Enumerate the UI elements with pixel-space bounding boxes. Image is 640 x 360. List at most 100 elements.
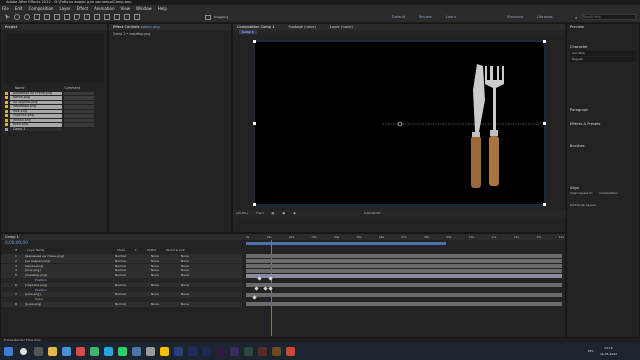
after-effects-icon[interactable] — [188, 347, 197, 356]
layer-trkmat[interactable]: None — [151, 302, 159, 307]
col-parent[interactable]: Parent & Link — [166, 248, 185, 253]
comp-sub-tab[interactable]: Comp 1 — [239, 30, 257, 34]
layer-row[interactable]: 8 [рука.png] Normal None None — [1, 302, 242, 307]
workspace-libraries[interactable]: Libraries — [537, 15, 553, 19]
camera-snapshot-icon[interactable]: ◉ — [293, 211, 296, 215]
whatsapp-icon[interactable] — [118, 347, 127, 356]
brush-tool-icon[interactable] — [94, 14, 100, 20]
align-to-dropdown[interactable]: Composition — [599, 191, 618, 195]
selection-tool-icon[interactable] — [5, 14, 10, 20]
opera-icon[interactable] — [76, 347, 85, 356]
puppet-tool-icon[interactable] — [134, 14, 140, 20]
roto-brush-icon[interactable] — [124, 14, 130, 20]
menu-edit[interactable]: Edit — [15, 6, 23, 11]
col-trkmat[interactable]: TrkMat — [147, 248, 156, 253]
workspace-learn[interactable]: Learn — [446, 15, 456, 19]
menu-view[interactable]: View — [121, 6, 131, 11]
layer-name[interactable]: [рука.png] — [25, 302, 41, 307]
timeline-timecode[interactable]: 0;00;00;00 — [5, 240, 28, 245]
align-buttons[interactable] — [567, 195, 639, 203]
chrome-icon[interactable] — [160, 347, 169, 356]
label-color-icon — [5, 91, 8, 95]
project-item-name: тарелка.png — [10, 113, 62, 118]
layer-duration-bar[interactable] — [246, 302, 562, 307]
keyframe-icon[interactable] — [254, 286, 259, 291]
app-icon[interactable] — [286, 347, 295, 356]
menu-window[interactable]: Window — [136, 6, 152, 11]
chat-icon[interactable] — [90, 347, 99, 356]
character-panel-title[interactable]: Character — [567, 44, 639, 50]
menu-animation[interactable]: Animation — [94, 6, 114, 11]
app-icon[interactable] — [272, 347, 281, 356]
telegram-icon[interactable] — [104, 347, 113, 356]
layer-duration-bar[interactable] — [246, 292, 562, 297]
col-layer-name[interactable]: Layer Name — [27, 248, 107, 253]
eraser-tool-icon[interactable] — [114, 14, 120, 20]
workspace-standard[interactable]: Standard — [507, 15, 523, 19]
layer-duration-bar[interactable] — [246, 273, 562, 278]
menu-composition[interactable]: Composition — [28, 6, 53, 11]
app-icon[interactable] — [258, 347, 267, 356]
clock-time[interactable]: 14:18 — [604, 346, 613, 350]
menu-layer[interactable]: Layer — [59, 6, 70, 11]
keyboard-lang[interactable]: РУС — [588, 349, 594, 353]
effect-controls-tab[interactable]: Effect Controls вилка.png — [113, 24, 160, 30]
app-icon[interactable] — [146, 347, 155, 356]
pan-behind-tool-icon[interactable] — [54, 14, 60, 20]
tab-layer[interactable]: Layer (none) — [330, 24, 353, 30]
project-item-comp[interactable]: Comp 1 — [1, 127, 107, 132]
camera-tool-icon[interactable] — [44, 14, 50, 20]
premiere-icon[interactable] — [174, 347, 183, 356]
task-view-icon[interactable] — [34, 347, 43, 356]
layer-duration-bar[interactable] — [246, 283, 562, 288]
comp-timecode[interactable]: 0;00;00;00 — [364, 211, 380, 215]
menu-effect[interactable]: Effect — [77, 6, 89, 11]
search-icon[interactable]: ⌕ — [575, 15, 577, 20]
clock-date[interactable]: 16.05.2022 — [600, 352, 617, 356]
workspace-review[interactable]: Review — [419, 15, 432, 19]
layer-duration-bar[interactable] — [246, 254, 562, 259]
tab-footage[interactable]: Footage (none) — [289, 24, 316, 30]
font-style-dropdown[interactable]: Regular — [570, 57, 636, 62]
store-icon[interactable] — [62, 347, 71, 356]
hand-tool-icon[interactable] — [14, 14, 20, 20]
stamp-tool-icon[interactable] — [104, 14, 110, 20]
layer-duration-bar[interactable] — [246, 268, 562, 273]
rotate-tool-icon[interactable] — [34, 14, 40, 20]
keyframe-icon[interactable] — [252, 295, 257, 300]
pen-tool-icon[interactable] — [74, 14, 80, 20]
keyframe-icon[interactable] — [263, 286, 268, 291]
zoom-tool-icon[interactable] — [24, 14, 30, 20]
app-icon[interactable] — [230, 347, 239, 356]
type-tool-icon[interactable] — [84, 14, 90, 20]
workspace-default[interactable]: Default — [392, 15, 405, 19]
composition-viewer[interactable] — [253, 40, 546, 206]
rectangle-tool-icon[interactable] — [64, 14, 70, 20]
menu-file[interactable]: File — [2, 6, 9, 11]
font-family-dropdown[interactable]: Candara — [570, 51, 636, 56]
resolution-dropdown[interactable]: Third — [256, 211, 264, 215]
vk-icon[interactable] — [132, 347, 141, 356]
layer-duration-bar[interactable] — [246, 259, 562, 264]
media-encoder-icon[interactable] — [202, 347, 211, 356]
keyframe-icon[interactable] — [257, 276, 262, 281]
file-explorer-icon[interactable] — [48, 347, 57, 356]
grid-icon[interactable]: ▦ — [272, 211, 275, 215]
app-icon[interactable] — [244, 347, 253, 356]
zoom-dropdown[interactable]: (40.8%) — [236, 211, 248, 215]
app-icon[interactable] — [216, 347, 225, 356]
search-help-input[interactable] — [582, 14, 636, 20]
layer-duration-bar[interactable] — [246, 263, 562, 268]
menu-help[interactable]: Help — [158, 6, 167, 11]
mask-icon[interactable]: ▣ — [282, 211, 285, 215]
snapping-checkbox[interactable] — [205, 15, 211, 20]
search-icon[interactable] — [20, 348, 27, 355]
work-area-bar[interactable] — [246, 242, 446, 245]
project-tab[interactable]: Project — [5, 24, 17, 30]
layer-parent[interactable]: None — [181, 302, 189, 307]
layer-mode[interactable]: Normal — [115, 302, 126, 307]
col-mode[interactable]: Mode — [117, 248, 125, 253]
knife-blade — [473, 64, 485, 132]
start-icon[interactable] — [4, 347, 13, 356]
project-col-comment[interactable]: Comment — [64, 86, 80, 91]
